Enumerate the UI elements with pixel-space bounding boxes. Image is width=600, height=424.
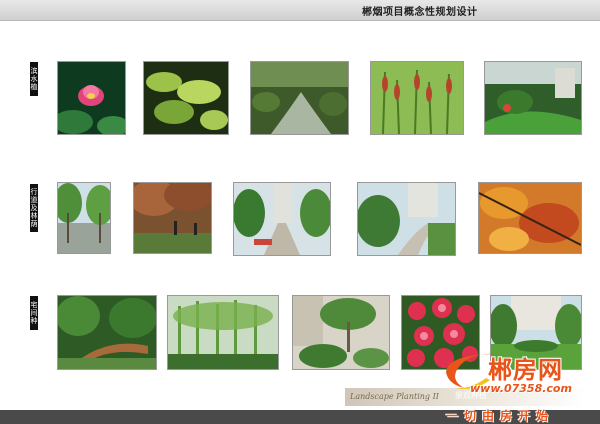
wooden-bridge-photo bbox=[57, 295, 157, 370]
watermark-slogan: 一切由房开始 bbox=[446, 409, 555, 423]
reed-photo bbox=[370, 61, 464, 135]
stream-photo bbox=[250, 61, 349, 135]
header-bar bbox=[0, 0, 600, 21]
section-caption: Landscape Planting II bbox=[350, 392, 439, 401]
watermark-logo: 郴房网 bbox=[488, 356, 563, 384]
watermark-url[interactable]: www.07358.com bbox=[470, 382, 572, 395]
bamboo-photo bbox=[167, 295, 279, 370]
row-label-waterside: 滨水植物 bbox=[22, 62, 38, 96]
plaza-path-photo bbox=[233, 182, 331, 256]
row-label-residential: 宅间种植 bbox=[22, 296, 38, 330]
tree-lined-road-photo bbox=[57, 182, 111, 254]
row-label-street-trees: 行道及林荫种植 bbox=[22, 184, 38, 232]
pond-garden-photo bbox=[484, 61, 582, 135]
courtyard-photo bbox=[292, 295, 390, 370]
page-title: 郴烟项目概念性规划设计 bbox=[362, 7, 478, 18]
garden-path-photo bbox=[357, 182, 456, 256]
autumn-leaves-photo bbox=[478, 182, 582, 254]
park-walk-photo bbox=[133, 182, 212, 254]
lotus-photo bbox=[57, 61, 126, 135]
foliage-photo bbox=[143, 61, 229, 135]
